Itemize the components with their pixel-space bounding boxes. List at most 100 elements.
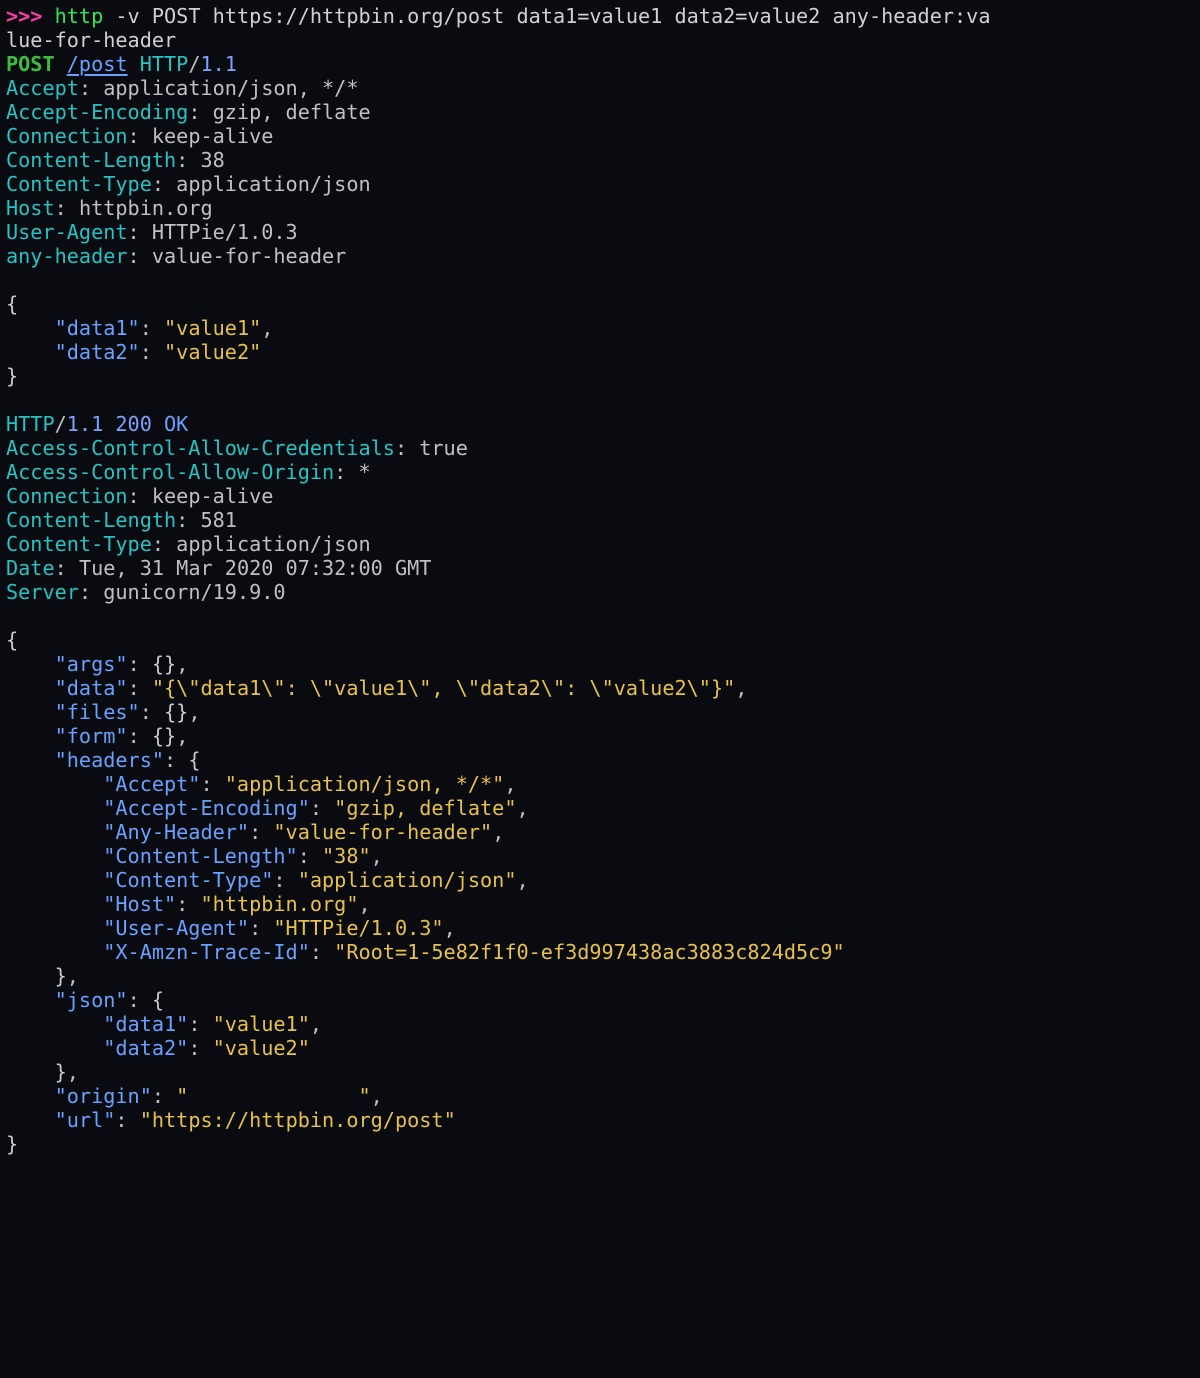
colon: : <box>128 124 152 148</box>
comma: , <box>261 316 273 340</box>
json-key: "data2" <box>103 1036 188 1060</box>
json-string: "HTTPie/1.0.3" <box>273 916 443 940</box>
comma: , <box>359 892 371 916</box>
origin-redacted <box>188 1084 358 1108</box>
colon: : <box>334 460 358 484</box>
colon: : <box>176 892 200 916</box>
json-string: "application/json, */*" <box>225 772 505 796</box>
json-string: "application/json" <box>298 868 517 892</box>
comma: , <box>371 1084 383 1108</box>
json-key: "X-Amzn-Trace-Id" <box>103 940 310 964</box>
response-header-value: keep-alive <box>152 484 274 508</box>
colon: : <box>140 340 164 364</box>
colon: : <box>273 868 297 892</box>
colon: : <box>128 484 152 508</box>
colon: : <box>310 796 334 820</box>
colon: : <box>55 196 79 220</box>
comma: , <box>492 820 504 844</box>
request-header-value: HTTPie/1.0.3 <box>152 220 298 244</box>
json-key: "args" <box>55 652 128 676</box>
colon: : <box>140 700 164 724</box>
json-key: "url" <box>55 1108 116 1132</box>
request-path: /post <box>67 52 128 76</box>
json-brace: { <box>6 628 18 652</box>
json-string: "https://httpbin.org/post" <box>140 1108 456 1132</box>
json-string: "value1" <box>213 1012 310 1036</box>
request-header-name: Connection <box>6 124 128 148</box>
json-key: "headers" <box>55 748 164 772</box>
json-empty-object: {} <box>164 700 188 724</box>
request-header-value: httpbin.org <box>79 196 213 220</box>
response-header-value: * <box>358 460 370 484</box>
json-string: " <box>176 1084 188 1108</box>
json-string: "httpbin.org" <box>200 892 358 916</box>
request-header-value: value-for-header <box>152 244 346 268</box>
colon: : <box>115 1108 139 1132</box>
comma: , <box>516 796 528 820</box>
json-key: "origin" <box>55 1084 152 1108</box>
slash: / <box>55 412 67 436</box>
json-empty-object: {} <box>152 724 176 748</box>
command-args-cont: lue-for-header <box>6 28 176 52</box>
comma: , <box>176 724 188 748</box>
json-string: "Root=1-5e82f1f0-ef3d997438ac3883c824d5c… <box>334 940 844 964</box>
request-header-name: Host <box>6 196 55 220</box>
http-version: 1.1 <box>67 412 116 436</box>
colon: : <box>310 940 334 964</box>
json-key: "Accept-Encoding" <box>103 796 310 820</box>
colon: : <box>152 1084 176 1108</box>
colon: : <box>249 820 273 844</box>
response-header-value: gunicorn/19.9.0 <box>103 580 285 604</box>
colon: : <box>164 748 188 772</box>
colon: : <box>152 172 176 196</box>
colon: : <box>128 724 152 748</box>
json-brace: { <box>6 292 18 316</box>
response-header-value: application/json <box>176 532 370 556</box>
response-header-value: Tue, 31 Mar 2020 07:32:00 GMT <box>79 556 431 580</box>
terminal-output[interactable]: >>> http -v POST https://httpbin.org/pos… <box>0 0 1200 1162</box>
json-key: "files" <box>55 700 140 724</box>
json-key: "data" <box>55 676 128 700</box>
json-brace: { <box>152 988 164 1012</box>
request-header-name: Content-Type <box>6 172 152 196</box>
json-key: "json" <box>55 988 128 1012</box>
http-version: 1.1 <box>201 52 237 76</box>
colon: : <box>79 580 103 604</box>
response-header-name: Server <box>6 580 79 604</box>
response-header-value: 581 <box>200 508 236 532</box>
request-header-name: Content-Length <box>6 148 176 172</box>
prompt-symbol: >>> <box>6 4 55 28</box>
json-brace: } <box>55 1060 67 1084</box>
colon: : <box>128 244 152 268</box>
json-string: "value-for-header" <box>273 820 492 844</box>
request-method: POST <box>6 52 67 76</box>
json-string: "gzip, deflate" <box>334 796 516 820</box>
colon: : <box>128 220 152 244</box>
colon: : <box>128 652 152 676</box>
request-header-value: application/json, */* <box>103 76 358 100</box>
comma: , <box>735 676 747 700</box>
json-key: "Any-Header" <box>103 820 249 844</box>
response-header-name: Connection <box>6 484 128 508</box>
status-text: OK <box>164 412 188 436</box>
comma: , <box>516 868 528 892</box>
colon: : <box>188 1036 212 1060</box>
json-brace: } <box>6 1132 18 1156</box>
json-key: "data2" <box>55 340 140 364</box>
json-key: "Accept" <box>103 772 200 796</box>
json-string: " <box>358 1084 370 1108</box>
json-key: "Host" <box>103 892 176 916</box>
request-header-name: Accept-Encoding <box>6 100 188 124</box>
json-key: "Content-Length" <box>103 844 297 868</box>
colon: : <box>128 988 152 1012</box>
response-header-name: Date <box>6 556 55 580</box>
json-brace: } <box>6 364 18 388</box>
comma: , <box>188 700 200 724</box>
colon: : <box>395 436 419 460</box>
json-string: "{\"data1\": \"value1\", \"data2\": \"va… <box>152 676 735 700</box>
command-args: -v POST https://httpbin.org/post data1=v… <box>103 4 990 28</box>
comma: , <box>444 916 456 940</box>
comma: , <box>67 1060 79 1084</box>
colon: : <box>298 844 322 868</box>
request-header-value: 38 <box>200 148 224 172</box>
